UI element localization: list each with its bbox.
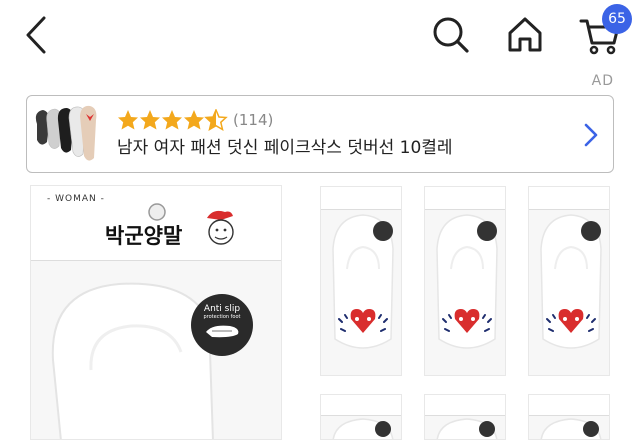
chevron-right-icon[interactable] — [583, 122, 599, 148]
anti-slip-badge: Anti slip protection foot — [191, 294, 253, 356]
anti-slip-text: Anti slip — [203, 304, 241, 314]
brand-name: 박군양말 — [105, 224, 183, 248]
star-icon — [118, 110, 138, 130]
package-header: - WOMAN - 박군양말 — [31, 186, 281, 261]
star-icon — [162, 110, 182, 130]
ad-label: AD — [591, 73, 614, 89]
sock-heart-image — [436, 214, 498, 349]
product-thumbnail[interactable] — [528, 186, 610, 376]
sock-image — [332, 418, 394, 439]
rating-stars — [117, 109, 229, 131]
main-product-image[interactable]: - WOMAN - 박군양말 Anti slip protection foot — [30, 185, 282, 440]
chevron-left-icon[interactable] — [22, 14, 50, 56]
sock-image — [436, 418, 498, 439]
product-thumbnail[interactable] — [320, 394, 402, 440]
product-thumbnail[interactable] — [424, 394, 506, 440]
hang-hole-icon — [148, 203, 166, 221]
cart-count-badge: 65 — [602, 4, 632, 34]
sole-icon — [206, 325, 239, 338]
ad-banner[interactable]: (114) 남자 여자 패션 덧신 페이크삭스 덧버선 10켤레 — [26, 95, 614, 173]
sock-heart-image — [540, 214, 602, 349]
search-icon[interactable] — [430, 14, 472, 56]
product-thumbnail[interactable] — [424, 186, 506, 376]
top-navigation-bar: 65 — [0, 0, 640, 72]
product-thumbnail[interactable] — [528, 394, 610, 440]
review-count: (114) — [233, 111, 274, 129]
star-icon — [140, 110, 160, 130]
product-thumbnail[interactable] — [320, 186, 402, 376]
mascot-icon — [207, 210, 234, 245]
sock-image — [51, 282, 214, 439]
star-icon — [184, 110, 204, 130]
ad-product-thumbnail — [35, 105, 97, 161]
sock-image — [540, 418, 602, 439]
home-icon[interactable] — [504, 14, 546, 56]
anti-slip-subtext: protection foot — [203, 314, 241, 320]
ad-product-title[interactable]: 남자 여자 패션 덧신 페이크삭스 덧버선 10켤레 — [117, 136, 453, 160]
sock-heart-image — [332, 214, 394, 349]
product-tag: - WOMAN - — [47, 194, 105, 204]
